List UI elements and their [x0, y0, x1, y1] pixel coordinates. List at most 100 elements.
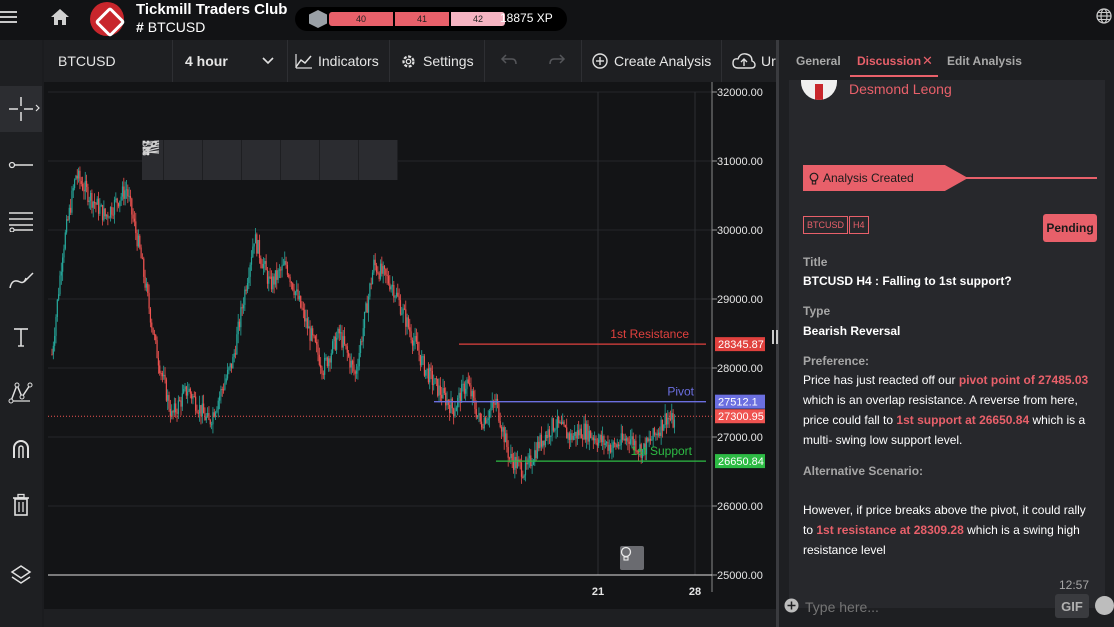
undo-icon[interactable]	[500, 53, 518, 67]
create-analysis-button[interactable]: Create Analysis	[592, 40, 711, 82]
candle-body	[525, 463, 526, 476]
level-price-label: 26650.84	[718, 456, 764, 468]
trend-line-button[interactable]	[242, 140, 281, 180]
pattern-tool[interactable]	[0, 370, 42, 416]
globe-icon[interactable]	[1096, 8, 1112, 24]
candle-body	[662, 420, 663, 431]
candle-body	[420, 355, 421, 365]
candle-body	[383, 266, 384, 274]
candle-body	[160, 373, 161, 374]
lightbulb-icon[interactable]	[620, 546, 644, 570]
tab-discussion[interactable]: Discussion	[857, 54, 921, 68]
layers-tool[interactable]	[0, 552, 42, 598]
level-label: 1st Resistance	[610, 327, 689, 341]
candle-body	[182, 393, 183, 406]
price-chart[interactable]: 32000.0031000.0030000.0029000.0028000.00…	[44, 82, 776, 609]
candle-body	[89, 201, 90, 202]
plus-circle-icon[interactable]	[784, 598, 799, 613]
candle-body	[627, 438, 628, 442]
candle-body	[422, 356, 423, 357]
candle-body	[53, 346, 54, 355]
indicators-button[interactable]: Indicators	[295, 40, 379, 82]
channel-name[interactable]: #BTCUSD	[136, 19, 205, 35]
crosshair-tool[interactable]	[0, 86, 42, 132]
candle-body	[613, 442, 614, 448]
author-name[interactable]: Desmond Leong	[849, 81, 952, 97]
candle-body	[425, 370, 426, 376]
settings-button[interactable]: Settings	[400, 40, 474, 82]
candle-body	[227, 370, 228, 379]
status-badge[interactable]: Pending	[1043, 214, 1097, 242]
candle-body	[450, 399, 451, 413]
delete-tool[interactable]	[0, 482, 42, 528]
date-tick-label: 28	[689, 586, 701, 598]
message-input[interactable]	[805, 599, 1025, 615]
gif-button[interactable]: GIF	[1055, 594, 1089, 618]
candle-body	[551, 418, 552, 436]
home-icon[interactable]	[50, 8, 70, 26]
candle-body	[607, 442, 608, 451]
candle-body	[196, 411, 197, 413]
chevron-right-icon[interactable]	[35, 104, 40, 112]
candle-body	[81, 181, 82, 184]
symbol-selector[interactable]: BTCUSD	[58, 40, 116, 82]
candle-body	[107, 215, 108, 218]
info-line-button[interactable]	[281, 140, 320, 180]
candle-body	[95, 203, 96, 204]
text-tool[interactable]	[0, 314, 42, 360]
level-badge-icon	[309, 10, 327, 28]
ray-line-button[interactable]	[164, 140, 203, 180]
tab-edit-analysis[interactable]: Edit Analysis	[947, 54, 1022, 68]
interval-dropdown[interactable]: 4 hour	[185, 40, 285, 82]
candle-body	[599, 435, 600, 440]
magnet-tool[interactable]	[0, 426, 42, 472]
candle-body	[395, 297, 396, 298]
candle-body	[275, 270, 276, 284]
candle-body	[244, 290, 245, 305]
candle-body	[122, 186, 123, 196]
candle-body	[66, 219, 67, 232]
menu-icon[interactable]	[0, 8, 22, 28]
candle-body	[418, 351, 419, 355]
candle-body	[661, 420, 662, 436]
candle-body	[289, 277, 290, 282]
candle-body	[135, 221, 136, 233]
avatar[interactable]	[801, 80, 837, 100]
panel-tabs: General Discussion ✕ Edit Analysis	[779, 40, 1114, 82]
fib-tool[interactable]	[0, 198, 42, 244]
emoji-icon[interactable]	[1095, 596, 1114, 615]
brush-tool[interactable]	[0, 258, 42, 304]
horizontal-ray-tool[interactable]	[0, 142, 42, 188]
candle-body	[307, 318, 308, 328]
candle-body	[657, 434, 658, 436]
candle-body	[75, 176, 76, 180]
pitchfork-button[interactable]	[359, 140, 398, 180]
candle-body	[308, 326, 309, 328]
candle-body	[194, 396, 195, 397]
candle-body	[379, 273, 380, 279]
upload-button[interactable]: Ur	[732, 40, 776, 82]
candle-body	[566, 427, 567, 438]
candle-body	[500, 421, 501, 427]
candle-body	[62, 258, 63, 272]
candle-body	[242, 307, 243, 308]
redo-icon[interactable]	[548, 53, 566, 67]
candle-body	[187, 391, 188, 395]
candle-body	[61, 272, 62, 276]
candle-body	[521, 463, 522, 477]
candle-body	[166, 380, 167, 401]
candle-body	[534, 450, 535, 462]
candle-body	[267, 270, 268, 284]
candle-body	[550, 436, 551, 437]
candle-body	[155, 335, 156, 340]
candle-body	[248, 277, 249, 283]
candle-body	[164, 375, 165, 380]
magnet-icon	[10, 438, 32, 460]
parallel-channel-button[interactable]	[320, 140, 359, 180]
extended-line-button[interactable]	[203, 140, 242, 180]
tab-general[interactable]: General	[796, 54, 841, 68]
close-icon[interactable]: ✕	[922, 53, 933, 69]
candle-body	[602, 436, 603, 442]
candle-body	[73, 188, 74, 191]
candle-body	[373, 260, 374, 273]
